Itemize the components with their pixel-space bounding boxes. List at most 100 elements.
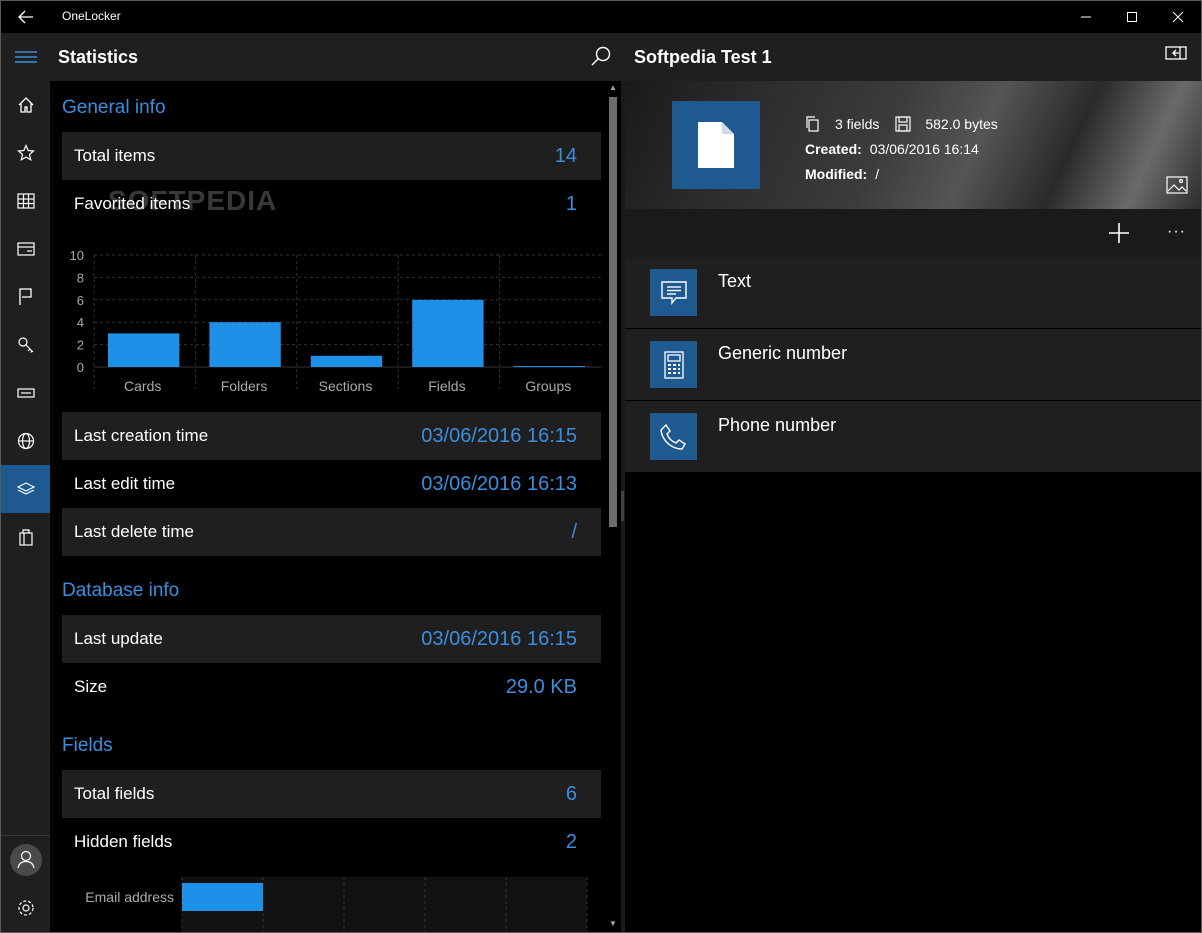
favorited-items-value: 1: [565, 192, 577, 215]
layers-icon: [16, 482, 35, 495]
nav-settings[interactable]: [1, 884, 50, 932]
created-label: Created:: [805, 140, 862, 157]
nav-keys[interactable]: [1, 321, 50, 369]
y-tick-label: Email address: [85, 889, 174, 905]
nav-web[interactable]: [1, 417, 50, 465]
total-items-label: Total items: [74, 146, 156, 165]
size-row: Size 29.0 KB: [62, 663, 601, 711]
grid-icon: [16, 193, 35, 209]
fields-count: 3 fields: [835, 115, 880, 132]
key-icon: [17, 337, 33, 353]
scroll-down-icon[interactable]: ▼: [609, 919, 617, 928]
statistics-panel: General info Total items 14 Favorited it…: [50, 81, 610, 932]
item-size: 582.0 bytes: [925, 115, 998, 132]
nav-account[interactable]: [1, 836, 50, 884]
x-tick-label: Groups: [525, 378, 571, 394]
flag-icon: [18, 288, 32, 305]
general-info-title: General info: [62, 97, 166, 118]
y-tick-label: 10: [70, 248, 84, 263]
y-tick-label: 8: [77, 270, 84, 285]
app-title: OneLocker: [62, 9, 121, 23]
last-edit-row: Last edit time 03/06/2016 16:13: [62, 460, 601, 508]
modified-value: /: [875, 165, 880, 182]
more-button[interactable]: ···: [1167, 223, 1186, 241]
last-update-value: 03/06/2016 16:15: [421, 627, 577, 650]
nav-cards[interactable]: [1, 225, 50, 273]
splitter-grip[interactable]: [621, 491, 624, 521]
image-icon: [1166, 176, 1188, 194]
last-delete-value: /: [571, 520, 577, 543]
back-arrow-icon: [18, 10, 33, 24]
bar: [108, 333, 180, 367]
nav-devices[interactable]: [1, 369, 50, 417]
nav-menu[interactable]: [1, 33, 50, 81]
field-icon-tile: [650, 269, 697, 316]
item-meta: 3 fields 582.0 bytes Created: 03/06/2016…: [805, 111, 998, 186]
globe-icon: [17, 432, 34, 450]
total-fields-label: Total fields: [74, 784, 155, 803]
nav-grid[interactable]: [1, 177, 50, 225]
detail-title: Softpedia Test 1: [634, 47, 772, 67]
bar: [310, 355, 383, 367]
bar: [182, 883, 263, 911]
nav-favorites[interactable]: [1, 129, 50, 177]
last-edit-label: Last edit time: [74, 474, 176, 493]
maximize-icon: [1127, 12, 1137, 22]
last-delete-row: Last delete time /: [62, 508, 601, 556]
last-creation-row: Last creation time 03/06/2016 16:15: [62, 412, 601, 460]
plus-icon: [1109, 223, 1129, 243]
search-button[interactable]: [590, 45, 612, 72]
calculator-icon: [663, 350, 684, 379]
settings-icon: [17, 900, 34, 916]
message-icon: [660, 280, 687, 305]
last-update-label: Last update: [74, 629, 163, 648]
scrollbar-thumb[interactable]: [609, 97, 617, 527]
field-name: Phone number: [718, 415, 837, 435]
x-tick-label: Folders: [221, 378, 268, 394]
fields-bar-chart: Email address: [85, 877, 588, 932]
nav-flags[interactable]: [1, 273, 50, 321]
field-name: Text: [718, 271, 752, 291]
y-tick-label: 0: [77, 360, 84, 375]
nav-bag[interactable]: [1, 513, 50, 561]
nav-home[interactable]: [1, 81, 50, 129]
detail-toolbar: ···: [625, 209, 1201, 257]
hidden-fields-label: Hidden fields: [74, 832, 173, 851]
field-icon-tile: [650, 341, 697, 388]
field-item-generic-number[interactable]: Generic number: [625, 329, 1201, 400]
change-background-button[interactable]: [1166, 176, 1188, 199]
hidden-fields-value: 2: [565, 830, 577, 853]
maximize-button[interactable]: [1109, 1, 1155, 33]
add-field-button[interactable]: [1107, 221, 1131, 250]
field-item-phone-number[interactable]: Phone number: [625, 401, 1201, 472]
title-bar: OneLocker: [1, 1, 1201, 33]
hidden-fields-row: Hidden fields 2: [62, 818, 601, 866]
save-icon: [895, 115, 911, 132]
close-button[interactable]: [1155, 1, 1201, 33]
field-item-text[interactable]: Text: [625, 257, 1201, 328]
modified-label: Modified:: [805, 165, 868, 182]
total-items-row: Total items 14: [62, 132, 601, 180]
field-icon-tile: [650, 413, 697, 460]
collapse-pane-button[interactable]: [1165, 45, 1187, 66]
app-window: OneLocker Statistics General info Total …: [0, 0, 1202, 933]
bar: [412, 299, 484, 367]
field-name: Generic number: [718, 343, 848, 363]
softpedia-watermark: SOFTPEDIA: [108, 185, 278, 216]
statistics-scrollbar[interactable]: ▲ ▼: [606, 81, 620, 932]
size-value: 29.0 KB: [505, 675, 577, 698]
y-tick-label: 2: [77, 338, 84, 353]
statistics-title: Statistics: [58, 47, 139, 67]
fields-title: Fields: [62, 735, 113, 756]
x-tick-label: Sections: [319, 378, 373, 394]
search-icon: [591, 46, 611, 66]
close-icon: [1172, 11, 1184, 23]
device-icon: [16, 388, 35, 398]
back-button[interactable]: [11, 5, 41, 29]
minimize-button[interactable]: [1063, 1, 1109, 33]
nav-statistics[interactable]: [1, 465, 50, 513]
star-icon: [16, 144, 35, 162]
items-bar-chart: 0 2 4 6 8 10 Cards Folders Sections Fields Groups: [70, 248, 601, 394]
scroll-up-icon[interactable]: ▲: [609, 83, 617, 92]
user-icon: [9, 844, 42, 876]
